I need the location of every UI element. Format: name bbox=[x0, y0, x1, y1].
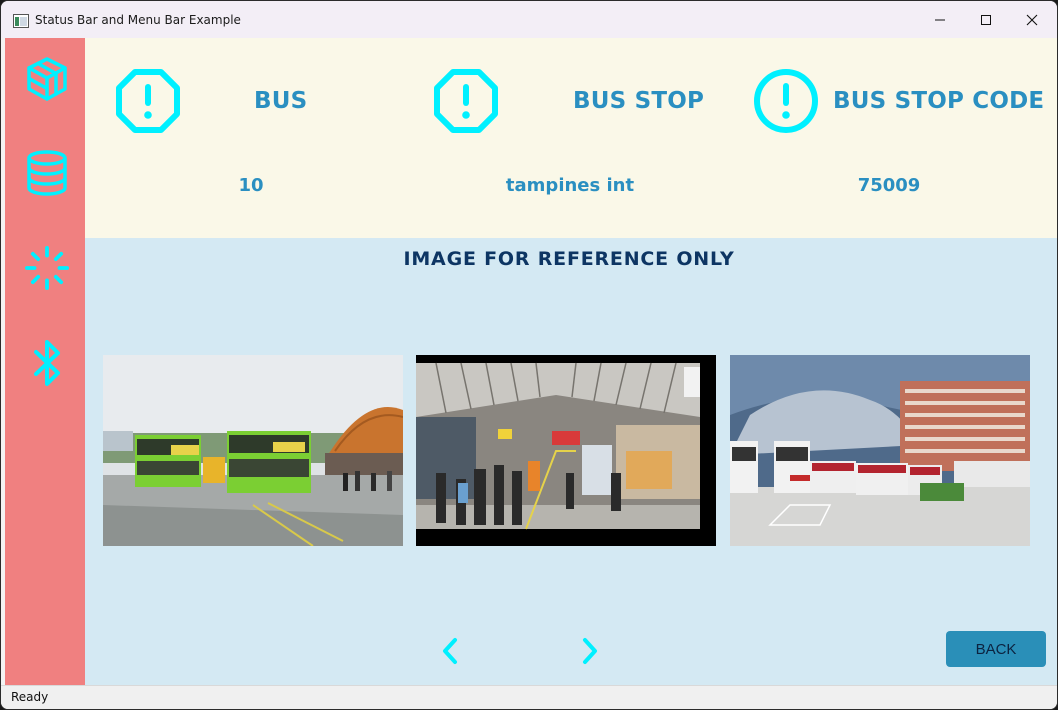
bus-stop-code-value: 75009 bbox=[857, 175, 921, 196]
sidebar-item-bluetooth[interactable] bbox=[24, 338, 70, 388]
status-bar: Ready bbox=[1, 685, 1057, 709]
minimize-icon bbox=[935, 19, 945, 20]
bus-stop-heading: BUS STOP bbox=[573, 88, 705, 114]
circle-alert-icon bbox=[754, 69, 818, 133]
sidebar-item-cube[interactable] bbox=[24, 54, 70, 104]
close-icon bbox=[1026, 14, 1038, 25]
reference-caption: IMAGE FOR REFERENCE ONLY bbox=[403, 248, 735, 270]
bluetooth-icon bbox=[34, 340, 60, 386]
cube-icon bbox=[27, 57, 67, 101]
octagon-alert-icon bbox=[434, 69, 498, 133]
window-title: Status Bar and Menu Bar Example bbox=[35, 13, 241, 27]
app-window: Status Bar and Menu Bar Example BUS BUS … bbox=[0, 0, 1058, 710]
maximize-button[interactable] bbox=[963, 1, 1009, 38]
app-icon bbox=[13, 14, 29, 28]
status-text: Ready bbox=[11, 690, 49, 704]
title-bar: Status Bar and Menu Bar Example bbox=[1, 1, 1057, 38]
bus-heading: BUS bbox=[254, 88, 308, 114]
sidebar bbox=[5, 38, 85, 685]
close-button[interactable] bbox=[1009, 1, 1055, 38]
next-image-button[interactable] bbox=[575, 636, 605, 666]
loading-spinner-icon bbox=[24, 245, 70, 291]
chevron-right-icon bbox=[583, 638, 597, 664]
bus-value: 10 bbox=[238, 175, 264, 196]
maximize-icon bbox=[981, 14, 991, 25]
image-panel: IMAGE FOR REFERENCE ONLY BACK bbox=[85, 238, 1057, 685]
sidebar-item-loading[interactable] bbox=[24, 243, 70, 293]
octagon-alert-icon bbox=[116, 69, 180, 133]
sidebar-item-database[interactable] bbox=[24, 148, 70, 198]
previous-image-button[interactable] bbox=[435, 636, 465, 666]
back-button[interactable]: BACK bbox=[946, 631, 1046, 667]
minimize-button[interactable] bbox=[917, 1, 963, 38]
chevron-left-icon bbox=[443, 638, 457, 664]
bus-stop-code-heading: BUS STOP CODE bbox=[833, 88, 1045, 114]
database-icon bbox=[27, 150, 67, 196]
bus-interchange-photo-3 bbox=[730, 355, 1030, 546]
bus-info-panel: BUS BUS STOP BUS STOP CODE 10 tampines i… bbox=[85, 38, 1057, 238]
bus-interchange-photo-1 bbox=[103, 355, 403, 546]
bus-interchange-photo-2 bbox=[416, 355, 716, 546]
bus-stop-value: tampines int bbox=[505, 175, 635, 196]
